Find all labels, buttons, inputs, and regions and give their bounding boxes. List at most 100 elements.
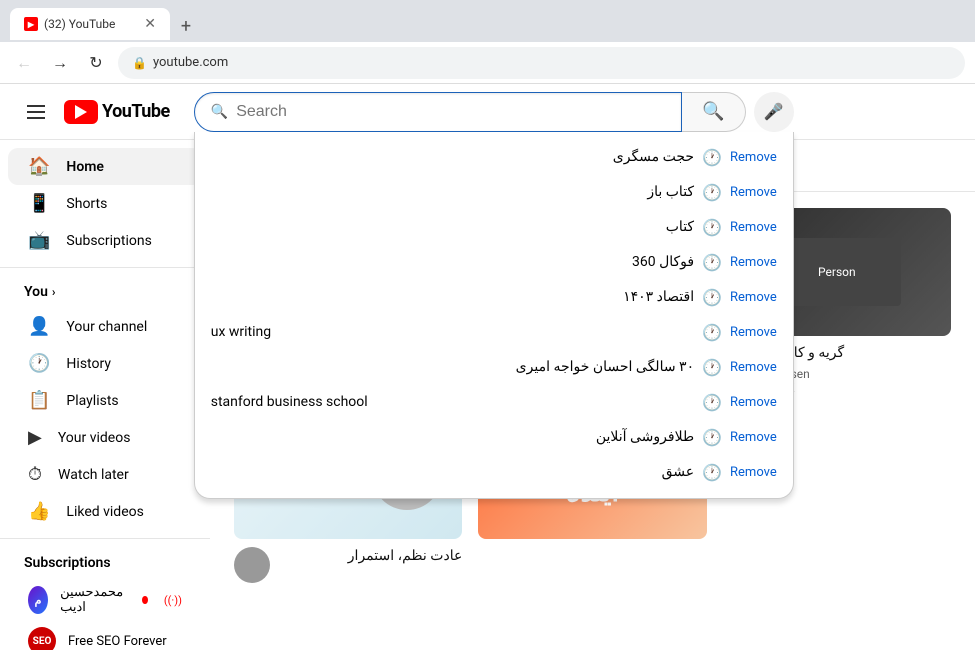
- suggestion-remove-8[interactable]: Remove: [730, 430, 777, 445]
- sidebar-label-your-channel: Your channel: [66, 319, 147, 335]
- yt-header: YouTube 🔍 🔍 Remove🕐حجت مسگریRemove🕐کتاب …: [0, 84, 975, 140]
- suggestion-text-2: کتاب: [211, 219, 694, 235]
- sidebar-item-liked-videos[interactable]: 👍 Liked videos: [8, 493, 202, 530]
- sidebar-item-watch-later[interactable]: ⏱ Watch later: [8, 456, 202, 493]
- subscriptions-section-title: Subscriptions: [0, 547, 210, 579]
- video-title-3: گریه و کارليك: [767, 344, 951, 362]
- sidebar-label-watch-later: Watch later: [58, 467, 129, 483]
- sub-label-1: محمدحسین ادیب: [60, 585, 126, 615]
- suggestion-text-6: ۳۰ سالگی احسان خواجه امیری: [211, 359, 694, 375]
- tab-title: (32) YouTube: [44, 17, 115, 31]
- suggestion-remove-3[interactable]: Remove: [730, 255, 777, 270]
- sidebar: 🏠 Home 📱 Shorts 📺 Subscriptions You › 👤 …: [0, 140, 210, 650]
- search-box[interactable]: 🔍: [194, 92, 682, 132]
- sidebar-label-subscriptions: Subscriptions: [66, 233, 151, 249]
- browser-tab[interactable]: ▶ (32) YouTube ✕: [10, 8, 170, 40]
- address-bar[interactable]: 🔒 youtube.com: [118, 47, 965, 79]
- suggestion-item-9[interactable]: Remove🕐عشق: [195, 455, 793, 490]
- yt-logo-icon: [64, 100, 98, 124]
- you-label: You: [24, 284, 48, 300]
- youtube-app: YouTube 🔍 🔍 Remove🕐حجت مسگریRemove🕐کتاب …: [0, 84, 975, 650]
- you-section-title[interactable]: You ›: [0, 276, 210, 308]
- chevron-right-icon: ›: [52, 285, 56, 299]
- channel-avatar-4: [234, 547, 270, 583]
- suggestion-item-3[interactable]: Remove 🕐 فوکال 360: [195, 245, 793, 280]
- hamburger-icon: [27, 105, 45, 119]
- home-icon: 🏠: [28, 156, 50, 177]
- subscriptions-icon: 📺: [28, 230, 50, 251]
- sidebar-label-history: History: [66, 356, 111, 372]
- tab-close-button[interactable]: ✕: [144, 17, 156, 31]
- subscriptions-label: Subscriptions: [24, 555, 111, 571]
- suggestion-remove-4[interactable]: Remove: [730, 290, 777, 305]
- sidebar-item-your-videos[interactable]: ▶ Your videos: [8, 419, 202, 456]
- new-tab-button[interactable]: +: [172, 12, 200, 40]
- sidebar-divider-2: [0, 538, 210, 539]
- shorts-icon: 📱: [28, 193, 50, 214]
- suggestion-item-6[interactable]: Remove 🕐 ۳۰ سالگی احسان خواجه امیری: [195, 350, 793, 385]
- suggestion-clock-1: 🕐: [702, 183, 722, 202]
- subscription-item-1[interactable]: م محمدحسین ادیب ((·)): [8, 579, 202, 621]
- suggestion-remove-0[interactable]: Remove: [730, 150, 777, 165]
- suggestion-text-5: ux writing: [211, 324, 694, 340]
- yt-logo[interactable]: YouTube: [64, 100, 170, 124]
- video-channel-3: Mohsen: [767, 367, 951, 381]
- sidebar-label-home: Home: [66, 159, 104, 175]
- sub-label-2: Free SEO Forever: [68, 634, 167, 649]
- mic-button[interactable]: 🎤: [754, 92, 794, 132]
- suggestion-remove-7[interactable]: Remove: [730, 395, 777, 410]
- suggestion-item-0[interactable]: Remove🕐حجت مسگری: [195, 140, 793, 175]
- suggestion-clock-6: 🕐: [702, 358, 722, 377]
- suggestion-clock-2: 🕐: [702, 218, 722, 237]
- your-videos-icon: ▶: [28, 427, 42, 448]
- sidebar-item-history[interactable]: 🕐 History: [8, 345, 202, 382]
- suggestion-clock-7: 🕐: [702, 393, 722, 412]
- channel-icon: 👤: [28, 316, 50, 337]
- suggestion-clock-4: 🕐: [702, 288, 722, 307]
- suggestion-item-8[interactable]: Remove🕐طلافروشی آنلاین: [195, 420, 793, 455]
- hamburger-menu-button[interactable]: [16, 92, 56, 132]
- video-title-4: عادت نظم، استمرار: [278, 547, 462, 565]
- back-button[interactable]: ←: [10, 49, 38, 77]
- reload-button[interactable]: ↻: [82, 49, 110, 77]
- sidebar-item-shorts[interactable]: 📱 Shorts: [8, 185, 202, 222]
- suggestion-remove-1[interactable]: Remove: [730, 185, 777, 200]
- tab-favicon: ▶: [24, 17, 38, 31]
- search-button-icon: 🔍: [702, 101, 724, 122]
- forward-button[interactable]: →: [46, 49, 74, 77]
- sidebar-label-your-videos: Your videos: [58, 430, 131, 446]
- video-meta-3: گریه و کارليك Mohsen 232K: [767, 344, 951, 394]
- sub-avatar-2: SEO: [28, 627, 56, 650]
- suggestion-item-7[interactable]: Remove 🕐 stanford business school: [195, 385, 793, 420]
- sidebar-item-home[interactable]: 🏠 Home: [8, 148, 202, 185]
- playlists-icon: 📋: [28, 390, 50, 411]
- suggestion-clock-0: 🕐: [702, 148, 722, 167]
- suggestion-clock-3: 🕐: [702, 253, 722, 272]
- suggestion-remove-6[interactable]: Remove: [730, 360, 777, 375]
- sidebar-item-subscriptions[interactable]: 📺 Subscriptions: [8, 222, 202, 259]
- sidebar-item-playlists[interactable]: 📋 Playlists: [8, 382, 202, 419]
- search-input[interactable]: [236, 103, 665, 121]
- suggestion-item-4[interactable]: Remove 🕐 اقتصاد ۱۴۰۳: [195, 280, 793, 315]
- search-prefix-icon: 🔍: [211, 104, 228, 120]
- video-stats-3: 232K: [767, 381, 951, 395]
- suggestion-text-7: stanford business school: [211, 394, 694, 410]
- suggestion-item-2[interactable]: Remove 🕐 کتاب: [195, 210, 793, 245]
- search-button[interactable]: 🔍: [682, 92, 746, 132]
- sidebar-item-your-channel[interactable]: 👤 Your channel: [8, 308, 202, 345]
- suggestion-item-5[interactable]: Remove🕐ux writing: [195, 315, 793, 350]
- suggestion-remove-5[interactable]: Remove: [730, 325, 777, 340]
- suggestion-item-1[interactable]: Remove🕐کتاب باز: [195, 175, 793, 210]
- search-suggestions-dropdown: Remove🕐حجت مسگریRemove🕐کتاب بازRemove🕐کت…: [194, 132, 794, 499]
- sidebar-label-shorts: Shorts: [66, 196, 107, 212]
- suggestion-remove-2[interactable]: Remove: [730, 220, 777, 235]
- sidebar-label-liked-videos: Liked videos: [66, 504, 143, 520]
- suggestion-text-3: فوکال 360: [211, 254, 694, 270]
- suggestion-clock-8: 🕐: [702, 428, 722, 447]
- subscription-item-2[interactable]: SEO Free SEO Forever: [8, 621, 202, 650]
- suggestion-remove-9[interactable]: Remove: [730, 465, 777, 480]
- suggestion-clock-9: 🕐: [702, 463, 722, 482]
- suggestion-text-4: اقتصاد ۱۴۰۳: [211, 289, 694, 305]
- search-wrapper: 🔍 🔍 Remove🕐حجت مسگریRemove🕐کتاب بازRemov…: [194, 92, 794, 132]
- browser-chrome: ▶ (32) YouTube ✕ +: [0, 0, 975, 42]
